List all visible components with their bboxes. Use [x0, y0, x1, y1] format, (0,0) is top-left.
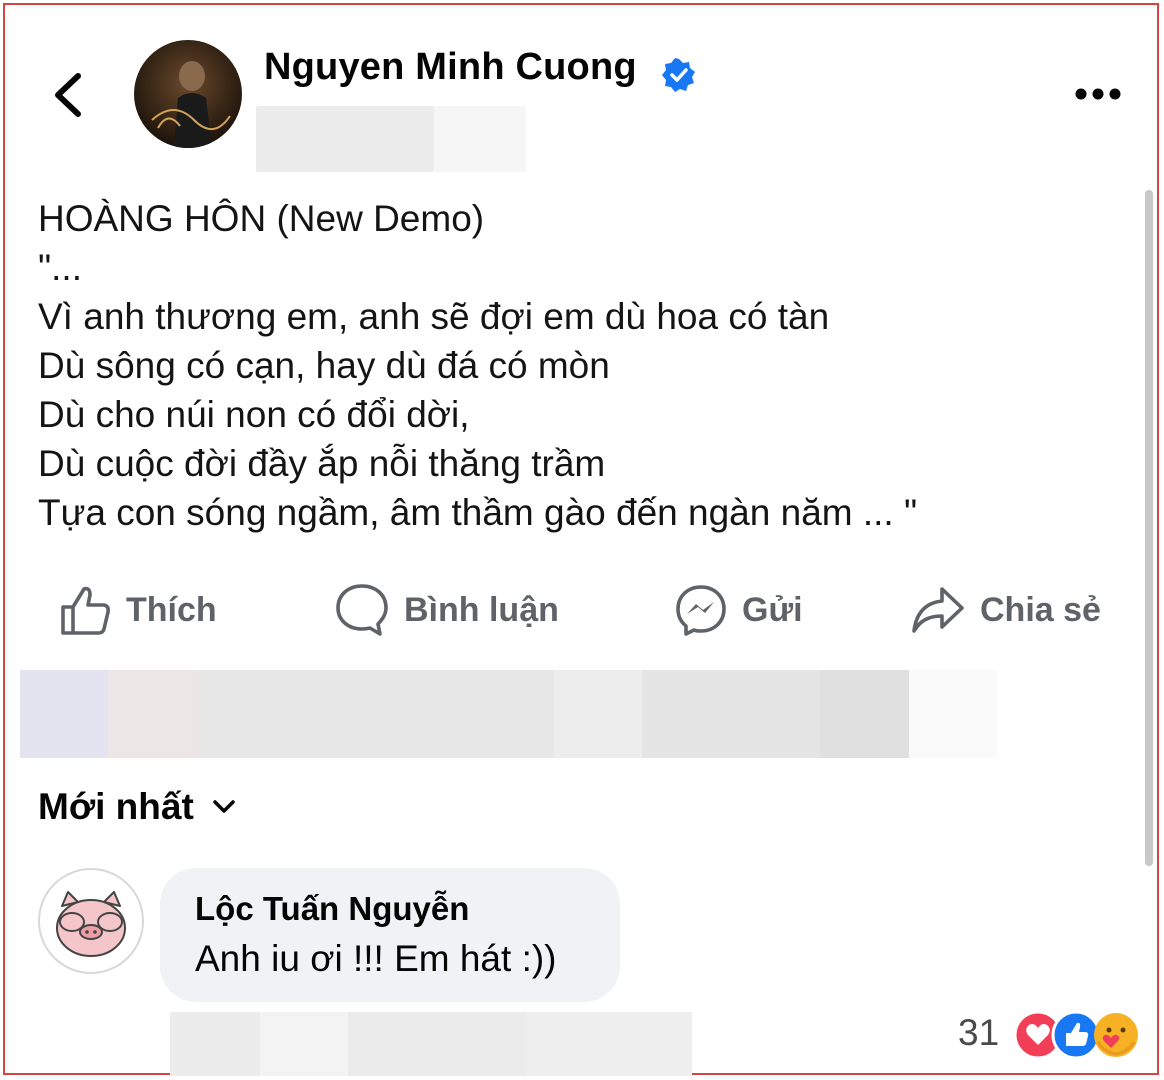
care-reaction-icon — [1094, 1013, 1138, 1057]
chevron-left-icon — [55, 73, 81, 117]
sort-label: Mới nhất — [38, 786, 194, 827]
comment-text: Anh iu ơi !!! Em hát :)) — [195, 938, 557, 979]
like-reaction-icon — [1051, 1010, 1101, 1060]
post-line: Dù sông có cạn, hay dù đá có mòn — [38, 345, 610, 386]
post-line: HOÀNG HÔN (New Demo) — [38, 198, 485, 239]
comment-sort-dropdown[interactable]: Mới nhất — [38, 786, 236, 828]
like-button[interactable]: Thích — [58, 578, 217, 642]
author-avatar[interactable] — [134, 40, 242, 148]
author-name[interactable]: Nguyen Minh Cuong — [264, 46, 637, 89]
verified-badge-icon — [662, 58, 695, 92]
comment-icon — [336, 584, 388, 636]
send-label: Gửi — [742, 590, 803, 629]
comment-bubble[interactable] — [160, 868, 620, 1002]
comment-actions-redacted — [170, 1012, 692, 1076]
reactions-row-redacted — [20, 670, 997, 758]
commenter-avatar[interactable] — [38, 868, 144, 974]
more-options-button[interactable] — [1074, 86, 1122, 102]
post-meta-redacted-2 — [434, 106, 526, 172]
comment-button[interactable]: Bình luận — [334, 578, 559, 642]
send-button[interactable]: Gửi — [674, 578, 803, 642]
commenter-name[interactable]: Lộc Tuấn Nguyễn — [195, 890, 469, 928]
share-icon — [912, 587, 964, 633]
scrollbar[interactable] — [1145, 190, 1153, 866]
like-label: Thích — [126, 590, 217, 629]
post-line: "... — [38, 247, 82, 288]
back-button[interactable] — [50, 70, 86, 120]
share-button[interactable]: Chia sẻ — [910, 578, 1101, 642]
chevron-down-icon — [213, 800, 235, 813]
share-label: Chia sẻ — [980, 590, 1101, 629]
messenger-icon — [676, 585, 726, 636]
more-horizontal-icon — [1075, 88, 1121, 100]
reaction-count[interactable]: 31 — [958, 1012, 999, 1054]
post-line: Vì anh thương em, anh sẽ đợi em dù hoa c… — [38, 296, 830, 337]
reaction-icons[interactable] — [1012, 1008, 1142, 1062]
post-line: Tựa con sóng ngầm, âm thầm gào đến ngàn … — [38, 492, 918, 533]
post-text: HOÀNG HÔN (New Demo) "... Vì anh thương … — [38, 194, 917, 537]
post-line: Dù cho núi non có đổi dời, — [38, 394, 470, 435]
like-icon — [61, 586, 110, 635]
post-line: Dù cuộc đời đầy ắp nỗi thăng trầm — [38, 443, 606, 484]
comment-label: Bình luận — [404, 590, 559, 629]
post-meta-redacted — [256, 106, 434, 172]
